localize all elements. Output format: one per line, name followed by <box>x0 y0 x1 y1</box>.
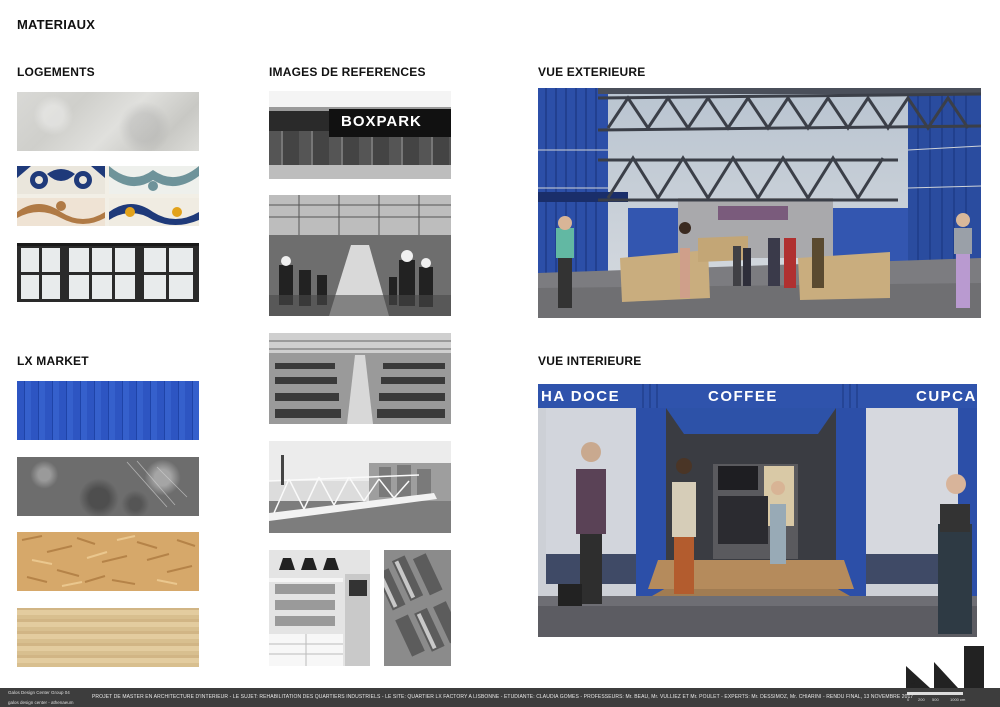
steel-windows-swatch <box>17 243 199 302</box>
light-wood-swatch <box>17 608 199 667</box>
concrete-swatch <box>17 92 199 151</box>
osb-board-swatch <box>17 532 199 591</box>
market-hall-reference-photo <box>269 195 451 316</box>
exterior-view-render <box>538 88 981 318</box>
interior-sign-center: COFFEE <box>708 388 778 405</box>
footbridge-reference-photo <box>269 441 451 533</box>
shop-shelves-reference-photo <box>269 550 370 666</box>
boxpark-reference-photo: BOXPARK <box>269 91 451 179</box>
azulejo-tiles-swatch <box>17 166 199 226</box>
interior-sign-left: HA DOCE <box>541 388 621 405</box>
footer-project-text: PROJET DE MASTER EN ARCHITECTURE D'INTER… <box>92 694 914 700</box>
footer-brand-line1: Galos Design Center Group 04 <box>8 690 70 695</box>
section-heading-vue-interieure: VUE INTERIEURE <box>538 354 642 368</box>
interior-view-render: HA DOCE COFFEE CUPCA <box>538 384 977 637</box>
section-heading-references: IMAGES DE REFERENCES <box>269 65 426 79</box>
footer-bar: Galos Design Center Group 04 galos desig… <box>0 688 1000 707</box>
scale-bar <box>907 692 963 695</box>
scale-label-1000: 1000 cm <box>950 697 966 702</box>
page-title: MATERIAUX <box>17 17 96 32</box>
studio-logo-icon <box>906 646 986 688</box>
footer-brand-line2: galos design center - athenaeum <box>8 700 74 705</box>
dark-concrete-swatch <box>17 457 199 516</box>
section-heading-logements: LOGEMENTS <box>17 65 95 79</box>
scale-label-500: 500 <box>932 697 939 702</box>
section-heading-lx-market: LX MARKET <box>17 354 89 368</box>
section-heading-vue-exterieure: VUE EXTERIEURE <box>538 65 646 79</box>
aerial-containers-reference-photo <box>384 550 451 666</box>
boxpark-sign: BOXPARK <box>341 113 422 130</box>
scale-label-200: 200 <box>918 697 925 702</box>
page-number: 9 <box>910 675 917 687</box>
scale-label-0: 0 <box>907 697 910 702</box>
interior-sign-right: CUPCA <box>916 388 977 405</box>
food-hall-aerial-reference-photo <box>269 333 451 424</box>
blue-corrugated-metal-swatch <box>17 381 199 440</box>
